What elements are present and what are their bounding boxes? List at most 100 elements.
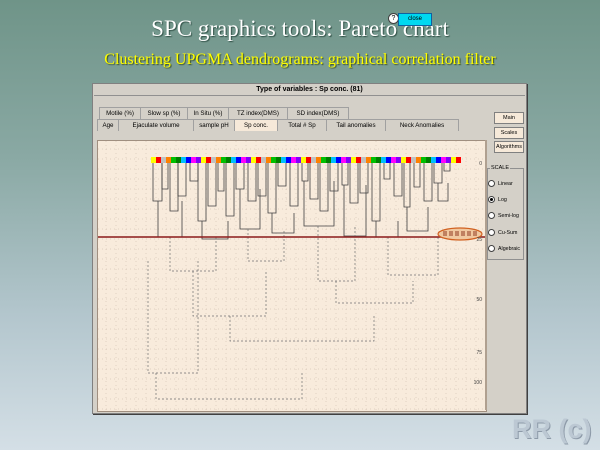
radio-linear[interactable] [488,180,495,188]
leaf-marker [311,157,316,163]
tab-motile[interactable]: Motile (%) [99,107,141,119]
leaf-marker [251,157,256,163]
dendrogram-link [267,163,277,214]
scale-option-label: Semi-log [498,213,519,219]
scales-button[interactable]: Scales [494,127,524,139]
dendrogram-link [359,163,369,194]
axis-label: 75 [476,350,482,356]
leaf-marker [401,157,406,163]
scale-option-label: Log [498,197,507,203]
scale-option-log[interactable]: Log [488,196,507,205]
leaf-marker [371,157,376,163]
leaf-marker [256,157,261,163]
highlight-marker [467,231,471,236]
leaf-marker [271,157,276,163]
dendrogram-link-dotted [387,237,439,276]
tab-sd-index[interactable]: SD index(DMS) [287,107,349,119]
leaf-marker [176,157,181,163]
radio-semi-log[interactable] [488,212,495,220]
dendrogram-link [341,163,349,186]
leaf-marker [186,157,191,163]
scale-option-label: Algebraic [498,246,521,252]
leaf-marker [331,157,336,163]
dendrogram-link [277,163,287,187]
leaf-marker [206,157,211,163]
leaf-marker [411,157,416,163]
slide-subtitle: Clustering UPGMA dendrograms: graphical … [104,51,496,68]
dendrogram-link-dotted [229,316,375,342]
leaf-marker [261,157,266,163]
dendrogram-link [217,163,225,192]
leaf-marker [191,157,196,163]
radio-cu-sum[interactable] [488,229,495,237]
dendrogram-link [197,163,207,222]
scale-option-label: Cu-Sum [498,230,518,236]
scale-option-label: Linear [498,181,513,187]
highlight-marker [449,231,453,236]
leaf-marker [211,157,216,163]
window-title: Type of variables : Sp conc. (81) [94,85,525,96]
dendrogram-link [403,163,411,208]
leaf-marker [361,157,366,163]
main-button[interactable]: Main [494,112,524,124]
leaf-marker [301,157,306,163]
tab-slow-sp[interactable]: Slow sp (%) [140,107,188,119]
dendrogram-link [383,163,391,180]
dendrogram-link-dotted [317,226,356,282]
axis-label: 25 [476,237,482,243]
dendrogram-svg: 0 25 50 75 100 [98,141,486,411]
leaf-marker [281,157,286,163]
tab-age[interactable]: Age [97,119,119,131]
dendrogram-link [271,213,295,234]
dendrogram-link [177,163,187,197]
dendrogram-link [257,163,267,197]
tab-sp-conc[interactable]: Sp conc. [234,119,278,131]
scale-option-linear[interactable]: Linear [488,180,513,189]
leaf-marker [416,157,421,163]
highlight-marker [455,231,459,236]
leaf-marker [456,157,461,163]
leaf-marker [386,157,391,163]
dendrogram-link [207,163,217,207]
dendrogram-link [189,163,199,182]
dendrogram-link-dotted [192,271,267,317]
leaf-marker [226,157,231,163]
scale-option-semi-log[interactable]: Semi-log [488,212,519,221]
leaf-marker [201,157,206,163]
leaf-marker [326,157,331,163]
dendrogram-link [413,163,421,188]
tab-ejaculate-volume[interactable]: Ejaculate volume [118,119,194,131]
tab-in-situ[interactable]: In Situ (%) [187,107,229,119]
leaf-marker [231,157,236,163]
leaf-marker [291,157,296,163]
close-button[interactable]: close [398,13,432,26]
dendrogram-link [393,163,403,197]
dendrogram-link-dotted [335,281,414,304]
tab-neck-anomalies[interactable]: Neck Anomalies [385,119,459,131]
dendrogram-link [433,163,443,184]
leaf-marker [221,157,226,163]
tab-tail-anomalies[interactable]: Tail anomalies [326,119,386,131]
tab-tz-index[interactable]: TZ index(DMS) [228,107,288,119]
radio-algebraic[interactable] [488,245,495,253]
dendrogram-link [161,163,169,190]
dendrogram-link [289,163,299,207]
leaf-marker [276,157,281,163]
leaf-marker [451,157,456,163]
radio-log[interactable] [488,196,495,204]
leaf-marker [446,157,451,163]
tab-sample-ph[interactable]: sample pH [193,119,235,131]
leaf-marker [381,157,386,163]
dendrogram-link [309,163,319,200]
slide-title: SPC graphics tools: Pareto chart [151,16,449,41]
scale-option-cu-sum[interactable]: Cu-Sum [488,229,517,238]
tab-total-sp[interactable]: Total # Sp [277,119,327,131]
leaf-marker [431,157,436,163]
leaf-marker [436,157,441,163]
leaf-marker [356,157,361,163]
algorithms-button[interactable]: Algorithms [494,141,524,153]
highlight-marker [473,231,477,236]
leaf-marker [321,157,326,163]
leaf-marker [366,157,371,163]
scale-option-algebraic[interactable]: Algebraic [488,245,520,254]
